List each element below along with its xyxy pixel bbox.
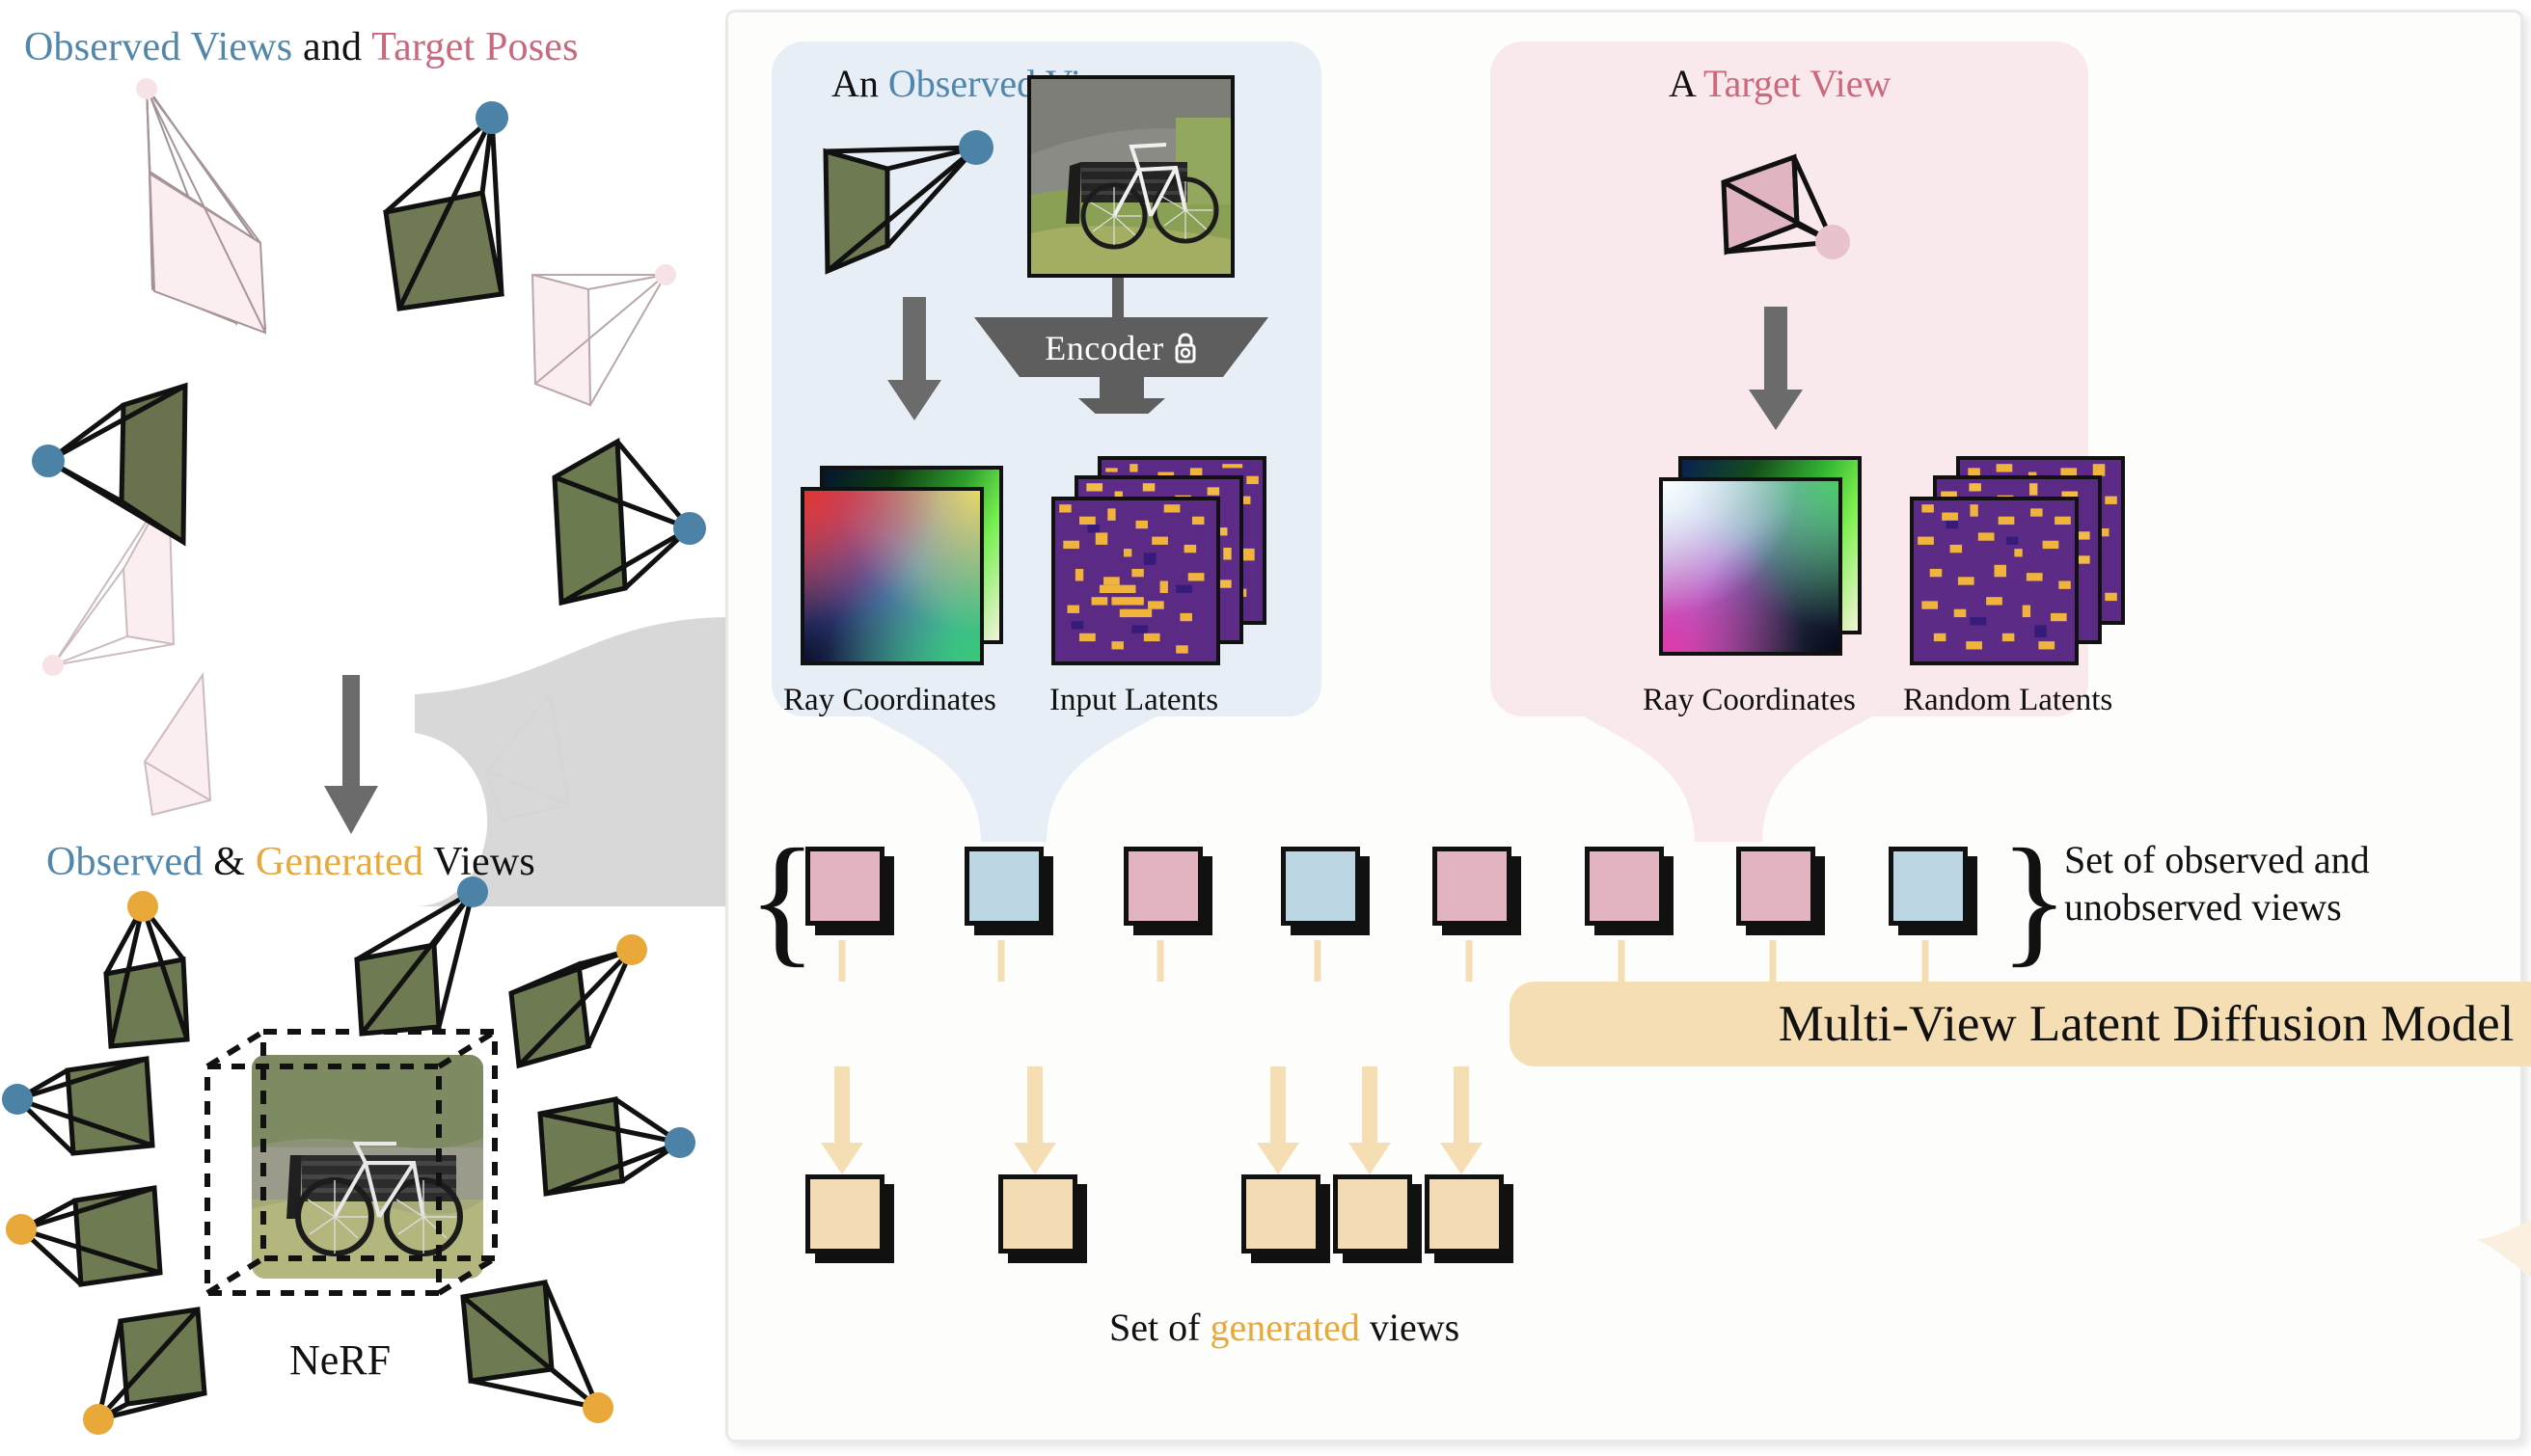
generated-caption-highlight: generated — [1210, 1306, 1360, 1349]
pipeline-panel: An Observed View Encoder Ray Coordinates… — [725, 10, 2531, 1443]
generated-view-square[interactable] — [805, 1174, 884, 1254]
view-square[interactable] — [1124, 847, 1203, 926]
ray-sheet-front — [801, 487, 984, 665]
latent-noise-1 — [1055, 500, 1216, 661]
encoder-label-group: Encoder — [995, 329, 1246, 367]
views-row — [805, 847, 2001, 953]
target-title-prefix: A — [1669, 62, 1703, 105]
ray-coordinates-arrow — [887, 297, 941, 420]
random-latent-sheet-1 — [1910, 497, 2079, 665]
generated-view-square[interactable] — [1333, 1174, 1412, 1254]
generated-views-row — [805, 1174, 1538, 1281]
observed-view-photo — [1027, 75, 1235, 278]
left-subtitle-views: Views — [423, 840, 535, 884]
encoder-label: Encoder — [1045, 329, 1164, 367]
observed-ray-label: Ray Coordinates — [783, 683, 996, 717]
left-subtitle: Observed & Generated Views — [46, 839, 535, 885]
generated-view-square[interactable] — [998, 1174, 1077, 1254]
target-view-blob-title: A Target View — [1669, 61, 1891, 106]
nerf-volume — [204, 1022, 511, 1311]
input-latents-label: Input Latents — [1049, 683, 1219, 717]
observed-ray-coordinate-stack — [801, 466, 1013, 673]
observed-target-camera-scatter — [32, 78, 706, 822]
input-latents-stack — [1051, 456, 1273, 668]
views-caption-line2: unobserved views — [2064, 884, 2342, 929]
views-caption-line1: Set of observed and — [2064, 838, 2370, 881]
nerf-label: NeRF — [289, 1336, 392, 1384]
target-ray-coordinate-stack — [1659, 456, 1871, 663]
target-ray-label: Ray Coordinates — [1643, 683, 1856, 717]
multi-view-latent-diffusion-model[interactable]: Multi-View Latent Diffusion Model — [1510, 982, 2531, 1066]
generated-views-caption: Set of generated views — [1109, 1305, 1459, 1350]
views-brace-right: } — [2000, 820, 2069, 980]
left-title-observed: Observed Views — [24, 25, 293, 69]
view-square[interactable] — [965, 847, 1044, 926]
generated-caption-prefix: Set of — [1109, 1306, 1211, 1349]
random-latents-stack — [1910, 456, 2132, 668]
lock-icon — [1175, 333, 1196, 364]
bike-bench-photo — [1031, 79, 1231, 274]
left-title-target: Target Poses — [371, 25, 579, 69]
view-square[interactable] — [1432, 847, 1511, 926]
left-subtitle-observed: Observed — [46, 840, 204, 884]
left-subtitle-amp: & — [203, 840, 256, 884]
target-title-highlight: Target View — [1702, 62, 1891, 105]
generated-caption-suffix: views — [1359, 1306, 1460, 1349]
nerf-render-image — [252, 1055, 483, 1279]
view-square[interactable] — [1585, 847, 1664, 926]
latent-sheet-1 — [1051, 497, 1220, 665]
view-square[interactable] — [805, 847, 884, 926]
generated-view-square[interactable] — [1241, 1174, 1320, 1254]
left-title-and: and — [292, 25, 372, 69]
view-square[interactable] — [1281, 847, 1360, 926]
generated-view-square[interactable] — [1425, 1174, 1504, 1254]
mvldm-label: Multi-View Latent Diffusion Model — [1778, 996, 2515, 1052]
random-noise-1 — [1914, 500, 2075, 661]
overview-down-arrow — [324, 675, 378, 834]
view-square[interactable] — [1736, 847, 1815, 926]
left-title: Observed Views and Target Poses — [24, 24, 579, 70]
left-subtitle-generated: Generated — [255, 840, 424, 884]
views-row-caption: Set of observed and unobserved views — [2064, 837, 2370, 931]
random-latents-label: Random Latents — [1903, 683, 2113, 717]
target-camera-frustum-icon — [1721, 153, 1850, 259]
nerf-bike-illustration — [252, 1055, 483, 1279]
target-view-blob: A Target View Ray Coordinates Random Lat… — [1490, 41, 2125, 717]
observed-camera-frustum-icon — [823, 130, 993, 275]
observed-title-prefix: An — [831, 62, 888, 105]
target-ray-sheet-front — [1659, 477, 1842, 656]
observed-view-blob: An Observed View Encoder Ray Coordinates… — [772, 41, 1321, 717]
encoder-input-connector — [1112, 278, 1124, 321]
left-overview-column: Observed Views and Target Poses Observed… — [0, 0, 733, 1456]
target-ray-arrow — [1749, 307, 1803, 430]
view-square[interactable] — [1889, 847, 1968, 926]
